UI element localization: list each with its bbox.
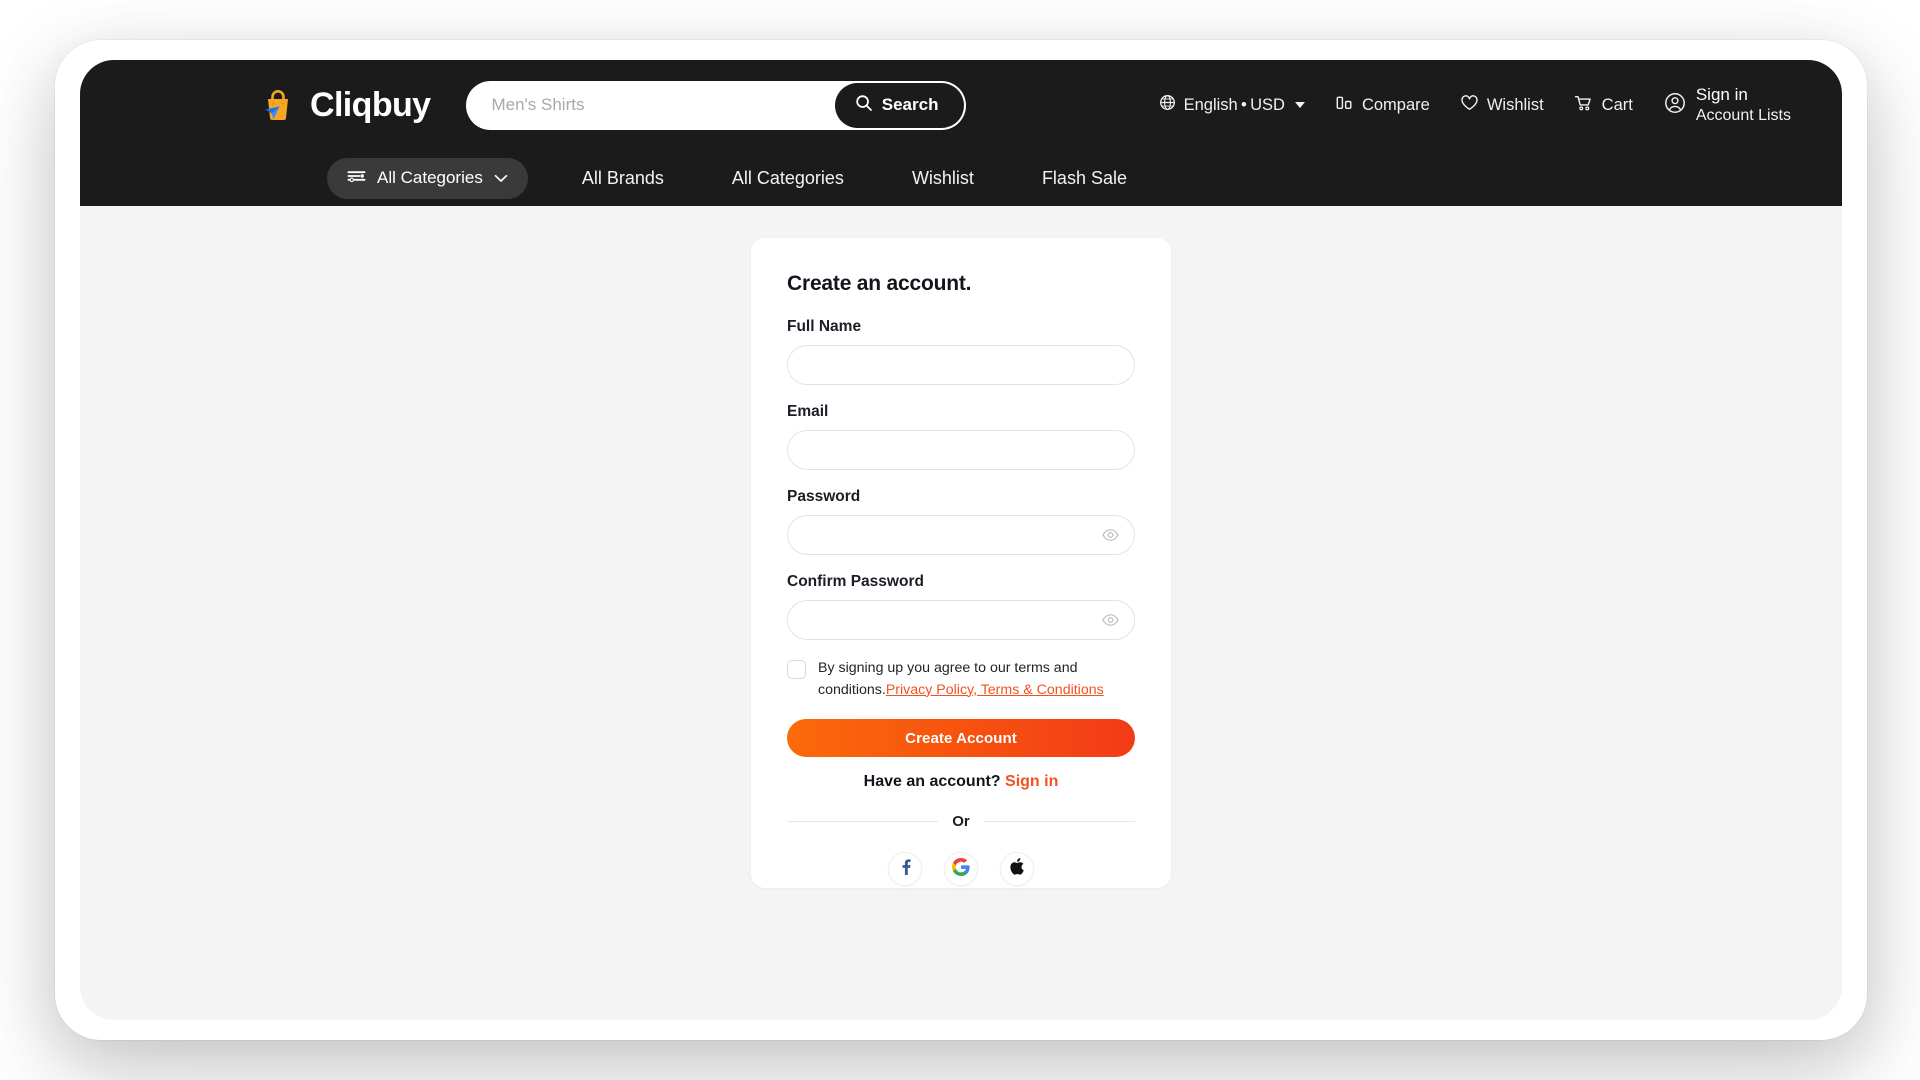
terms-checkbox[interactable]: [787, 660, 806, 679]
google-login-button[interactable]: [944, 852, 978, 887]
all-categories-dropdown[interactable]: All Categories: [327, 157, 528, 199]
cart-link[interactable]: Cart: [1574, 94, 1633, 117]
brand-logo[interactable]: Cliqbuy: [257, 84, 431, 126]
search-input[interactable]: [491, 95, 792, 115]
divider-line-left: [787, 821, 939, 823]
heart-icon: [1460, 94, 1479, 117]
compare-bars-icon: [1335, 94, 1354, 117]
browser-viewport: Cliqbuy Search: [80, 60, 1842, 1020]
search-icon: [855, 94, 873, 117]
password-input[interactable]: [787, 515, 1135, 555]
email-field: [787, 430, 1135, 470]
search-button[interactable]: Search: [834, 82, 965, 128]
page-title: Create an account.: [787, 272, 972, 295]
nav-item-flash-sale[interactable]: Flash Sale: [1008, 168, 1161, 189]
facebook-login-button[interactable]: [888, 852, 922, 887]
site-header: Cliqbuy Search: [80, 60, 1842, 206]
filter-lines-icon: [347, 168, 366, 188]
confirm-password-field: [787, 600, 1135, 640]
wishlist-label: Wishlist: [1486, 95, 1544, 114]
account-lists-label: Account Lists: [1695, 106, 1791, 124]
password-field: [787, 515, 1135, 555]
facebook-icon: [896, 857, 915, 881]
terms-policy-link[interactable]: Privacy Policy, Terms & Conditions: [886, 682, 1104, 698]
full-name-label: Full Name: [787, 318, 862, 335]
user-circle-icon: [1663, 91, 1687, 120]
confirm-password-visibility-toggle[interactable]: [1102, 614, 1119, 627]
header-right-cluster: English • USD Compare Wishlist Cart Sign…: [1159, 84, 1800, 125]
email-input[interactable]: [787, 430, 1135, 470]
app-screen: Cliqbuy Search: [0, 0, 1920, 1080]
cart-icon: [1574, 94, 1594, 117]
eye-icon: [1102, 529, 1119, 545]
or-label: Or: [952, 813, 970, 831]
apple-login-button[interactable]: [1000, 852, 1034, 887]
password-label: Password: [787, 488, 861, 505]
header-top-row: Cliqbuy Search: [80, 60, 1842, 150]
terms-agreement-row: By signing up you agree to our terms and…: [787, 658, 1135, 701]
wishlist-link[interactable]: Wishlist: [1460, 94, 1544, 117]
eye-icon: [1102, 614, 1119, 630]
confirm-password-input[interactable]: [787, 600, 1135, 640]
nav-item-all-categories[interactable]: All Categories: [698, 168, 878, 189]
locale-selector[interactable]: English • USD: [1159, 94, 1305, 116]
create-account-button[interactable]: Create Account: [787, 719, 1135, 758]
nav-item-all-brands[interactable]: All Brands: [548, 168, 698, 189]
social-login-row: [787, 852, 1135, 887]
locale-label: English • USD: [1183, 95, 1285, 114]
compare-link[interactable]: Compare: [1335, 94, 1430, 117]
sign-in-link[interactable]: Sign in: [1005, 773, 1058, 790]
confirm-password-label: Confirm Password: [787, 573, 924, 590]
brand-name: Cliqbuy: [310, 85, 431, 124]
cart-label: Cart: [1601, 95, 1633, 114]
nav-item-wishlist[interactable]: Wishlist: [878, 168, 1008, 189]
search-bar: Search: [466, 80, 967, 130]
google-icon: [951, 857, 970, 881]
compare-label: Compare: [1361, 95, 1430, 114]
shopping-bag-icon: [257, 84, 299, 126]
chevron-down-icon: [1294, 102, 1305, 108]
all-categories-label: All Categories: [377, 168, 483, 187]
page-content: Create an account. Full Name Email Passw…: [80, 206, 1842, 1020]
signup-card: Create an account. Full Name Email Passw…: [751, 238, 1171, 888]
divider-line-right: [983, 821, 1136, 823]
have-account-row: Have an account? Sign in: [787, 773, 1135, 791]
or-divider: Or: [787, 813, 1136, 831]
password-visibility-toggle[interactable]: [1102, 529, 1119, 542]
chevron-down-icon: [494, 168, 508, 188]
full-name-field: [787, 345, 1135, 385]
account-menu[interactable]: Sign in Account Lists: [1663, 84, 1800, 125]
globe-icon: [1159, 94, 1176, 116]
email-label: Email: [787, 403, 829, 420]
have-account-text: Have an account?: [863, 773, 1001, 791]
full-name-input[interactable]: [787, 345, 1135, 385]
terms-text-block: By signing up you agree to our terms and…: [818, 658, 1135, 701]
search-button-label: Search: [881, 95, 939, 114]
account-signin-label: Sign in: [1695, 85, 1748, 105]
primary-nav: All Categories All Brands All Categories…: [80, 150, 1842, 206]
apple-icon: [1009, 857, 1026, 881]
